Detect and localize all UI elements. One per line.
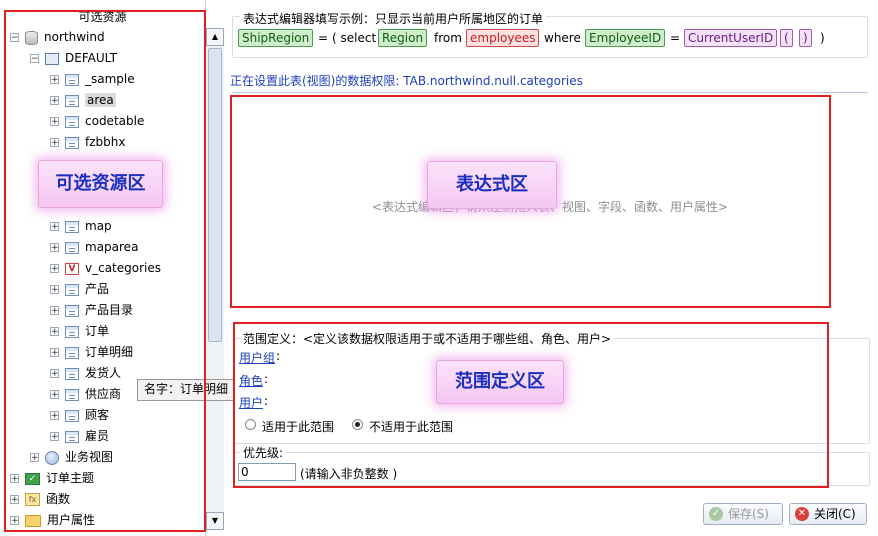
token-open-paren: (: [780, 29, 793, 47]
token-equals-2: =: [670, 31, 681, 45]
token-from: from: [434, 31, 462, 45]
close-icon: ✕: [795, 507, 809, 521]
permission-target-label: 正在设置此表(视图)的数据权限: TAB.northwind.null.cate…: [230, 74, 583, 88]
save-button[interactable]: ✓ 保存(S): [703, 503, 783, 525]
resource-area-callout: 可选资源区: [38, 160, 163, 208]
token-select: ( select: [332, 31, 377, 45]
scroll-up-arrow-icon[interactable]: ▲: [206, 28, 224, 46]
token-where: where: [544, 31, 581, 45]
check-icon: ✓: [709, 507, 723, 521]
token-end-paren: ): [820, 31, 825, 45]
scope-area-highlight: [233, 322, 829, 488]
resource-area-highlight: [4, 10, 206, 532]
token-region: Region: [378, 29, 428, 47]
example-legend: 表达式编辑器填写示例：只显示当前用户所属地区的订单: [240, 10, 547, 27]
token-close-paren: ): [799, 29, 812, 47]
tree-scrollbar[interactable]: ▲ ▼: [205, 28, 224, 530]
token-employees: employees: [466, 29, 540, 47]
scope-area-callout: 范围定义区: [436, 360, 564, 404]
scroll-thumb[interactable]: [208, 48, 222, 342]
expression-area-callout: 表达式区: [427, 161, 557, 209]
token-current-user-id: CurrentUserID: [684, 29, 778, 47]
close-button-label: 关闭(C): [814, 507, 856, 521]
scroll-down-arrow-icon[interactable]: ▼: [206, 512, 224, 530]
token-employee-id: EmployeeID: [585, 29, 666, 47]
save-button-label: 保存(S): [728, 507, 769, 521]
token-ship-region: ShipRegion: [238, 29, 314, 47]
close-button[interactable]: ✕ 关闭(C): [789, 503, 867, 525]
